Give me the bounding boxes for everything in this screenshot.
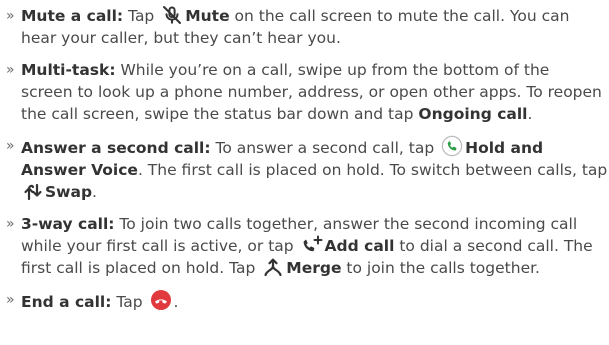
add-call-keyword: Add call	[324, 237, 395, 255]
merge-arrows-icon	[262, 257, 284, 277]
item-lead: 3-way call:	[21, 215, 115, 233]
list-item-multitask: » Multi-task: While you’re on a call, sw…	[2, 59, 605, 125]
item-text: Tap	[111, 293, 148, 311]
bullet-marker: »	[6, 8, 15, 24]
mute-keyword: Mute	[185, 7, 230, 25]
item-text: .	[92, 183, 97, 201]
item-lead: Answer a second call:	[21, 139, 211, 157]
item-text: . The first call is placed on hold. To s…	[137, 161, 608, 179]
add-call-icon	[301, 235, 323, 255]
item-text: Tap	[123, 7, 160, 25]
list-item-three-way-call: » 3-way call: To join two calls together…	[2, 213, 609, 279]
item-text: To answer a second call, tap	[210, 139, 440, 157]
list-item-answer-second-call: » Answer a second call: To answer a seco…	[2, 135, 609, 203]
bullet-marker: »	[6, 292, 15, 308]
bullet-marker: »	[6, 216, 15, 232]
bullet-marker: »	[6, 62, 15, 78]
ongoing-call-keyword: Ongoing call	[418, 105, 528, 123]
green-phone-icon	[441, 135, 463, 157]
list-item-mute: » Mute a call: Tap Mute on the call scre…	[2, 5, 605, 49]
merge-keyword: Merge	[286, 259, 342, 277]
item-lead: Multi-task:	[21, 61, 116, 79]
swap-arrows-icon	[23, 183, 43, 201]
item-text: .	[173, 293, 179, 311]
instructions-document: » Mute a call: Tap Mute on the call scre…	[0, 0, 609, 345]
red-end-call-icon	[150, 289, 172, 311]
item-lead: End a call:	[21, 293, 112, 311]
item-lead: Mute a call:	[21, 7, 124, 25]
list-item-end-call: » End a call: Tap .	[2, 289, 605, 313]
item-text: to join the calls together.	[341, 259, 540, 277]
item-text: .	[527, 105, 533, 123]
swap-keyword: Swap	[45, 183, 93, 201]
mic-off-icon	[161, 5, 183, 25]
bullet-marker: »	[6, 138, 15, 154]
